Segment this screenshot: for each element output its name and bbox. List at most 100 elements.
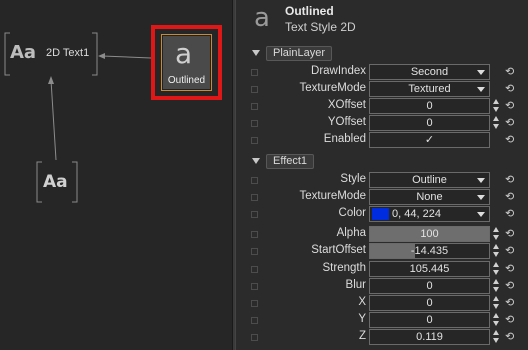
spinner-arrows-icon[interactable] [493,261,501,276]
property-input[interactable]: 105.445 [369,260,490,277]
keyframe-checkbox[interactable] [251,194,258,202]
arrow-down-icon[interactable] [493,320,499,326]
arrow-down-icon[interactable] [493,252,499,258]
input-value: 0 [426,296,433,309]
arrow-up-icon[interactable] [493,261,499,267]
property-input[interactable]: 0 [369,294,490,311]
reset-icon[interactable]: ⟲ [505,207,517,221]
input-value: 0 [426,117,433,130]
keyframe-checkbox[interactable] [251,248,258,256]
property-name: Strength [322,261,366,274]
keyframe-checkbox[interactable] [251,231,258,239]
keyframe-checkbox[interactable] [251,177,258,184]
arrow-up-icon[interactable] [493,99,499,105]
spinner-arrows-icon[interactable] [493,295,501,310]
reset-icon[interactable]: ⟲ [505,99,517,113]
keyframe-checkbox[interactable] [251,265,258,273]
keyframe-checkbox[interactable] [251,103,258,111]
spinner-arrows-icon[interactable] [493,99,501,113]
connection-outlined-text1 [101,55,152,59]
node-graph[interactable]: Aa 2D Text1 Aa a Outlined [0,0,232,350]
arrow-up-icon[interactable] [493,312,499,318]
property-input[interactable]: 0.119 [369,328,490,345]
arrow-down-icon[interactable] [493,235,499,241]
selection-highlight: a Outlined [151,25,222,100]
reset-icon[interactable]: ⟲ [505,244,517,258]
property-input[interactable]: 0 [369,98,490,115]
reset-icon[interactable]: ⟲ [505,279,517,293]
reset-icon[interactable]: ⟲ [505,190,517,204]
property-name: XOffset [327,99,366,112]
property-dropdown[interactable]: Outline [369,172,490,188]
color-picker[interactable]: 0, 44, 224 [369,206,490,223]
arrow-down-icon[interactable] [493,124,499,130]
keyframe-checkbox[interactable] [251,299,258,307]
keyframe-checkbox[interactable] [251,211,258,219]
section-header[interactable]: PlainLayer [252,45,332,61]
spinner-arrows-icon[interactable] [493,312,501,327]
reset-icon[interactable]: ⟲ [505,262,517,276]
node-outlined[interactable]: a Outlined [161,34,212,91]
enabled-checkbox[interactable]: ✓ [369,132,490,149]
reset-icon[interactable]: ⟲ [505,313,517,327]
spinner-arrows-icon[interactable] [493,244,501,258]
reset-icon[interactable]: ⟲ [505,116,517,130]
arrow-up-icon[interactable] [493,244,499,250]
keyframe-checkbox[interactable] [251,333,258,341]
arrow-up-icon[interactable] [493,329,499,335]
reset-icon[interactable]: ⟲ [505,296,517,310]
dropdown-value: Outline [412,174,447,186]
keyframe-checkbox[interactable] [251,137,258,145]
arrow-up-icon[interactable] [493,278,499,284]
property-row: TextureMode None ⟲ [236,189,528,206]
keyframe-checkbox[interactable] [251,282,258,290]
arrow-down-icon[interactable] [493,269,499,275]
spinner-arrows-icon[interactable] [493,227,501,241]
arrow-up-icon[interactable] [493,227,499,233]
keyframe-checkbox[interactable] [251,316,258,324]
input-value: 0 [426,279,433,292]
section-label: Effect1 [266,153,315,169]
property-slider[interactable]: 100 [369,226,490,243]
spinner-arrows-icon[interactable] [493,278,501,293]
dropdown-value: Second [410,66,449,78]
arrow-down-icon[interactable] [493,303,499,309]
property-name: Z [358,329,366,342]
spinner-arrows-icon[interactable] [493,329,501,344]
property-row: Enabled ✓ ⟲ [236,132,528,149]
reset-icon[interactable]: ⟲ [505,173,517,187]
keyframe-checkbox[interactable] [251,86,258,94]
text-style-icon: a [175,37,193,70]
property-row: TextureMode Textured ⟲ [236,81,528,98]
reset-icon[interactable]: ⟲ [505,133,517,147]
node-2d-text1[interactable]: Aa 2D Text1 [5,33,97,75]
property-dropdown[interactable]: Second [369,64,490,80]
property-input[interactable]: 0 [369,277,490,294]
section-header[interactable]: Effect1 [252,153,315,169]
arrow-up-icon[interactable] [493,116,499,122]
reset-icon[interactable]: ⟲ [505,227,517,241]
arrow-down-icon[interactable] [493,337,499,343]
property-input[interactable]: 0 [369,115,490,132]
expand-triangle-icon[interactable] [252,158,260,164]
node-text2[interactable]: Aa [37,162,77,202]
reset-icon[interactable]: ⟲ [505,330,517,344]
arrow-down-icon[interactable] [493,107,499,113]
property-name: Alpha [336,227,366,240]
spinner-arrows-icon[interactable] [493,116,501,130]
arrow-down-icon[interactable] [493,286,499,292]
color-swatch[interactable] [372,208,389,221]
reset-icon[interactable]: ⟲ [505,65,517,79]
expand-triangle-icon[interactable] [252,50,260,56]
keyframe-checkbox[interactable] [251,120,258,128]
property-slider[interactable]: -14.435 [369,243,490,260]
arrow-up-icon[interactable] [493,295,499,301]
property-input[interactable]: 0 [369,311,490,328]
keyframe-checkbox[interactable] [251,69,258,76]
property-dropdown[interactable]: None [369,189,490,206]
reset-icon[interactable]: ⟲ [505,82,517,96]
property-row: StartOffset -14.435 ⟲ [236,243,528,260]
property-dropdown[interactable]: Textured [369,81,490,98]
node-label: 2D Text1 [46,47,90,59]
text-node-icon: Aa [10,42,37,63]
